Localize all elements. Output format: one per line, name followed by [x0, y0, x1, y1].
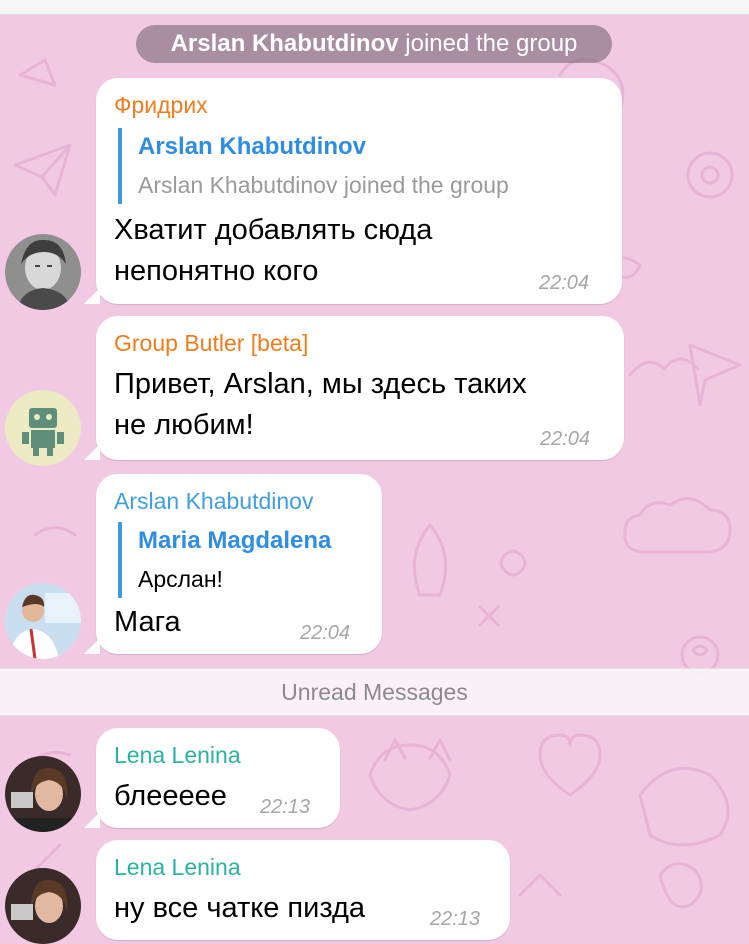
message-text: блеееее	[114, 776, 227, 817]
service-message: Arslan Khabutdinov joined the group	[136, 25, 612, 63]
person-avatar-icon	[5, 868, 81, 944]
message-bubble[interactable]: Lena Lenina блеееее 22:13	[84, 728, 340, 828]
portrait-avatar-icon	[5, 234, 81, 310]
message-text: Мага	[114, 602, 181, 643]
message-bubble[interactable]: Lena Lenina ну все чатке пизда 22:13	[96, 840, 510, 940]
reply-quote[interactable]: Arslan Khabutdinov Arslan Khabutdinov jo…	[118, 128, 509, 204]
service-user-name[interactable]: Arslan Khabutdinov	[171, 30, 399, 57]
sender-name[interactable]: Arslan Khabutdinov	[114, 488, 313, 515]
message-bubble[interactable]: Arslan Khabutdinov Maria Magdalena Арсла…	[84, 474, 382, 654]
message-text-line: непонятно кого	[114, 255, 319, 287]
avatar[interactable]	[5, 756, 81, 832]
reply-text: Арслан!	[138, 566, 223, 592]
reply-quote[interactable]: Maria Magdalena Арслан!	[118, 522, 331, 598]
bubble-tail	[84, 444, 100, 460]
message-text-line: ну все чатке пизда	[114, 892, 366, 924]
top-bar	[0, 0, 749, 15]
avatar[interactable]	[5, 234, 81, 310]
avatar[interactable]	[5, 583, 81, 659]
reply-text: Arslan Khabutdinov joined the group	[138, 172, 509, 198]
reply-sender-name: Maria Magdalena	[138, 527, 332, 554]
sender-name[interactable]: Group Butler [beta]	[114, 330, 308, 357]
robot-avatar-icon	[5, 390, 81, 466]
reply-sender-name: Arslan Khabutdinov	[138, 133, 367, 160]
message-text: ну все чатке пизда	[114, 888, 365, 929]
service-action: joined the group	[405, 30, 578, 57]
message-time: 22:13	[260, 796, 311, 818]
unread-messages-divider: Unread Messages	[0, 668, 749, 716]
avatar[interactable]	[5, 868, 81, 944]
message-time: 22:04	[539, 272, 590, 294]
bubble-tail	[84, 812, 100, 828]
person-avatar-icon	[5, 583, 81, 659]
message-text: Хватит добавлять сюда непонятно кого	[114, 210, 432, 292]
bubble-tail	[84, 638, 100, 654]
message-text-line: блеееее	[114, 780, 227, 812]
message-bubble[interactable]: Фридрих Arslan Khabutdinov Arslan Khabut…	[84, 78, 622, 304]
message-time: 22:04	[540, 428, 591, 450]
avatar[interactable]	[5, 390, 81, 466]
message-text-line: не любим!	[114, 409, 254, 441]
message-text-line: Мага	[114, 606, 181, 638]
sender-name[interactable]: Lena Lenina	[114, 854, 241, 881]
message-time: 22:13	[430, 908, 481, 930]
sender-name[interactable]: Фридрих	[114, 92, 208, 119]
message-text-line: Хватит добавлять сюда	[114, 214, 433, 246]
bubble-tail	[84, 288, 100, 304]
message-time: 22:04	[300, 622, 351, 644]
sender-name[interactable]: Lena Lenina	[114, 742, 241, 769]
message-text-line: Привет, Arslan, мы здесь таких	[114, 368, 527, 400]
message-bubble[interactable]: Group Butler [beta] Привет, Arslan, мы з…	[84, 316, 624, 460]
message-text: Привет, Arslan, мы здесь таких не любим!	[114, 364, 527, 446]
person-avatar-icon	[5, 756, 81, 832]
